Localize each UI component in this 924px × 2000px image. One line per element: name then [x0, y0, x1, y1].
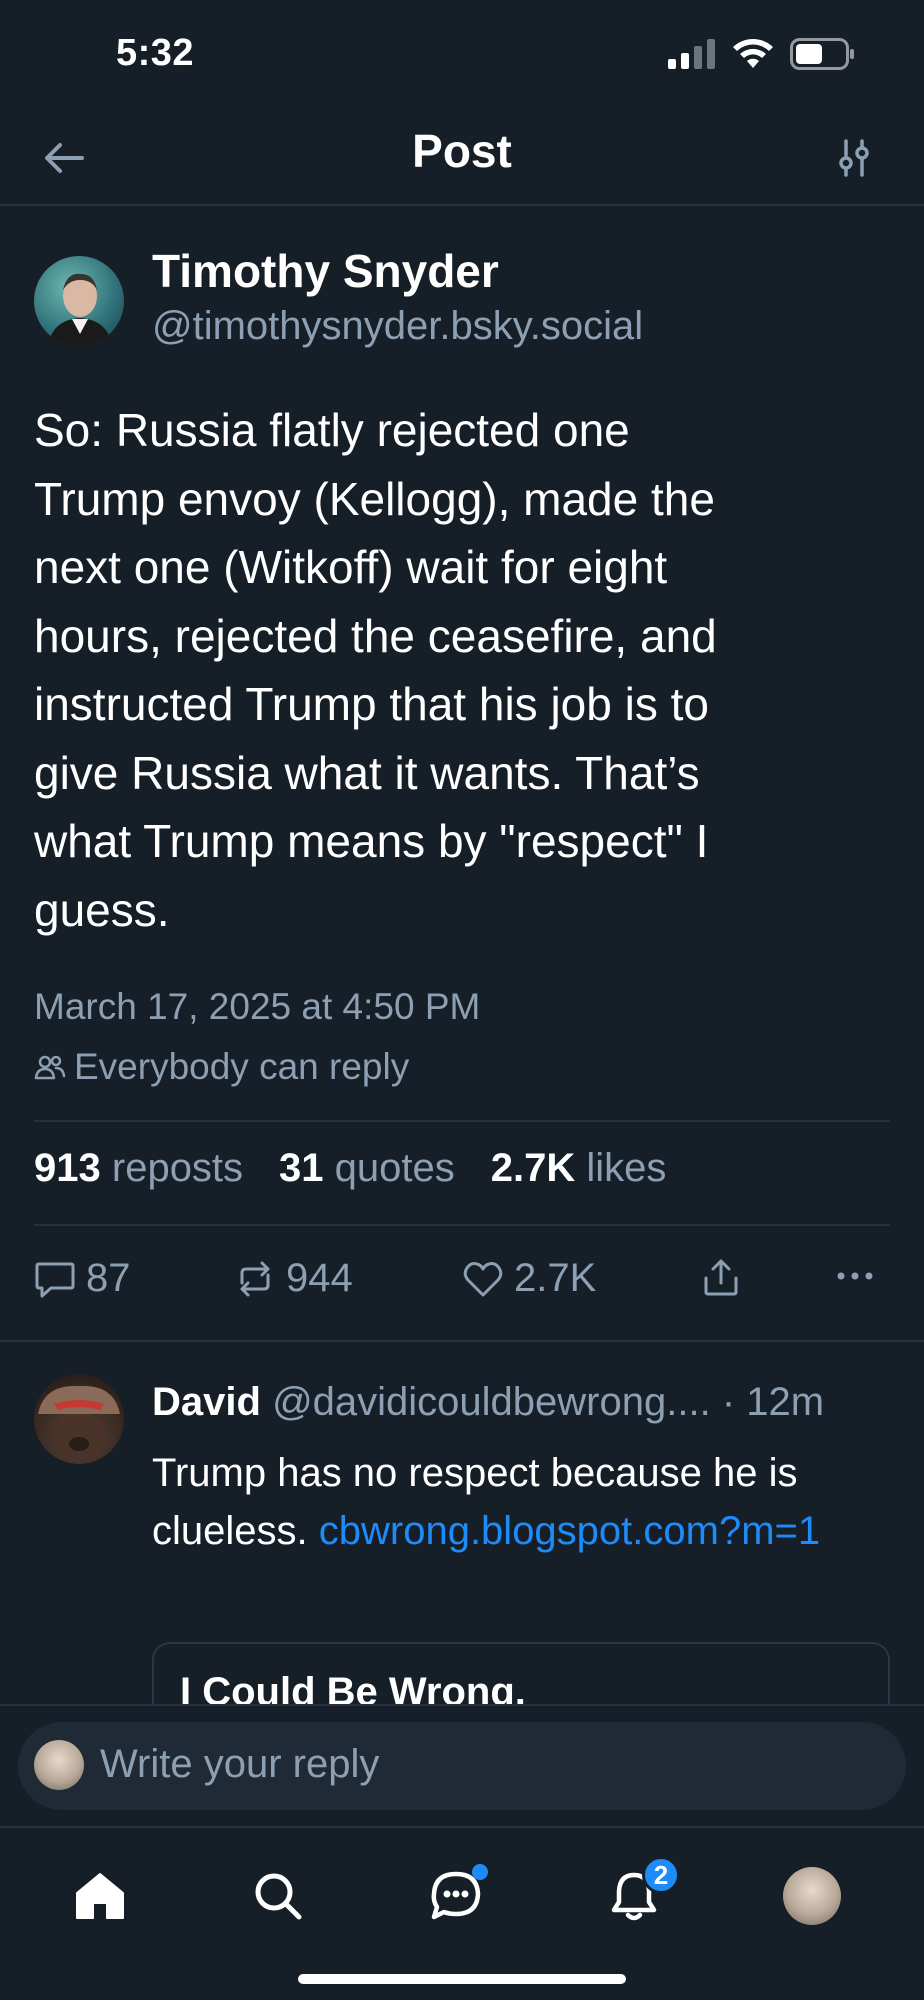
author-avatar[interactable]: [34, 256, 124, 346]
home-icon: [76, 1873, 124, 1919]
reply-count: 87: [86, 1256, 131, 1300]
thread-options-button[interactable]: [828, 132, 880, 184]
chat-unread-dot: [472, 1864, 488, 1880]
page-title: Post: [412, 125, 512, 177]
share-icon: [704, 1259, 738, 1296]
sliders-icon: [839, 139, 869, 177]
post-text: So: Russia flatly rejected one Trump env…: [34, 404, 717, 936]
reposts-count: 913: [34, 1146, 101, 1190]
quotes-label: quotes: [334, 1146, 455, 1190]
profile-avatar: [783, 1867, 841, 1925]
likes-label: likes: [586, 1146, 667, 1190]
repost-icon: [240, 1261, 270, 1296]
status-bar: 5:32: [0, 0, 924, 110]
reply-setting-label: Everybody can reply: [74, 1046, 410, 1087]
engagement-stats: 913 reposts 31 quotes 2.7K likes: [34, 1146, 666, 1191]
reply-setting: Everybody can reply: [34, 1046, 409, 1088]
reply-header: David @davidicouldbewrong.... · 12m: [152, 1380, 824, 1425]
notifications-badge: 2: [642, 1856, 680, 1894]
tab-search[interactable]: [238, 1856, 318, 1936]
home-indicator[interactable]: [298, 1974, 626, 1984]
search-icon: [255, 1873, 302, 1920]
like-button[interactable]: 2.7K: [462, 1256, 596, 1301]
share-button[interactable]: [700, 1256, 742, 1298]
reply-composer-bar: Write your reply: [0, 1704, 924, 1826]
reply-author-avatar[interactable]: [34, 1374, 124, 1464]
reply-composer[interactable]: Write your reply: [18, 1722, 906, 1810]
likes-count: 2.7K: [490, 1146, 576, 1190]
more-options-button[interactable]: [834, 1256, 876, 1296]
tab-notifications[interactable]: 2: [594, 1856, 680, 1936]
post-actions: 87 944 2.7K: [34, 1256, 890, 1316]
likes-stat[interactable]: 2.7K likes: [491, 1146, 667, 1191]
reply-author-handle[interactable]: @davidicouldbewrong....: [272, 1380, 711, 1424]
more-horizontal-icon: [837, 1272, 873, 1280]
quotes-count: 31: [279, 1146, 324, 1190]
reply-timestamp: · 12m: [721, 1380, 825, 1424]
divider: [34, 1120, 890, 1122]
post-screen: 5:32 Post Timothy Snyder @timothysnyder.…: [0, 0, 924, 2000]
like-count: 2.7K: [514, 1256, 597, 1300]
divider: [0, 1340, 924, 1342]
author-photo-icon: [48, 273, 112, 346]
current-user-avatar: [34, 1740, 84, 1790]
status-time: 5:32: [116, 32, 195, 74]
reply-link[interactable]: cbwrong.blogspot.com?m=1: [319, 1509, 820, 1553]
reply-input-placeholder[interactable]: Write your reply: [100, 1742, 379, 1787]
tab-chat[interactable]: [416, 1856, 496, 1936]
divider: [34, 1224, 890, 1226]
author-info[interactable]: Timothy Snyder @timothysnyder.bsky.socia…: [152, 244, 643, 349]
cellular-signal-icon: [668, 39, 715, 69]
repost-count: 944: [286, 1256, 353, 1300]
repost-button[interactable]: 944: [234, 1256, 353, 1301]
reply-author-name[interactable]: David: [152, 1380, 261, 1424]
post-timestamp: March 17, 2025 at 4:50 PM: [34, 986, 481, 1027]
people-icon: [34, 1055, 66, 1080]
tab-home[interactable]: [60, 1856, 140, 1936]
reply-button[interactable]: 87: [34, 1256, 131, 1301]
reply-avatar-photo-icon: [38, 1385, 120, 1462]
comment-icon: [35, 1262, 75, 1297]
post-header: Post: [0, 110, 924, 206]
tab-profile[interactable]: [772, 1856, 852, 1936]
quotes-stat[interactable]: 31 quotes: [279, 1146, 455, 1191]
author-name[interactable]: Timothy Snyder: [152, 244, 643, 298]
status-icons: [668, 38, 856, 70]
reposts-label: reposts: [111, 1146, 244, 1190]
bottom-tab-bar: 2: [0, 1826, 924, 2000]
wifi-icon: [733, 39, 773, 68]
reposts-stat[interactable]: 913 reposts: [34, 1146, 243, 1191]
battery-icon: [790, 38, 854, 70]
author-handle[interactable]: @timothysnyder.bsky.social: [152, 304, 643, 349]
reply-text: Trump has no respect because he is cluel…: [152, 1444, 872, 1560]
heart-icon: [463, 1261, 503, 1296]
